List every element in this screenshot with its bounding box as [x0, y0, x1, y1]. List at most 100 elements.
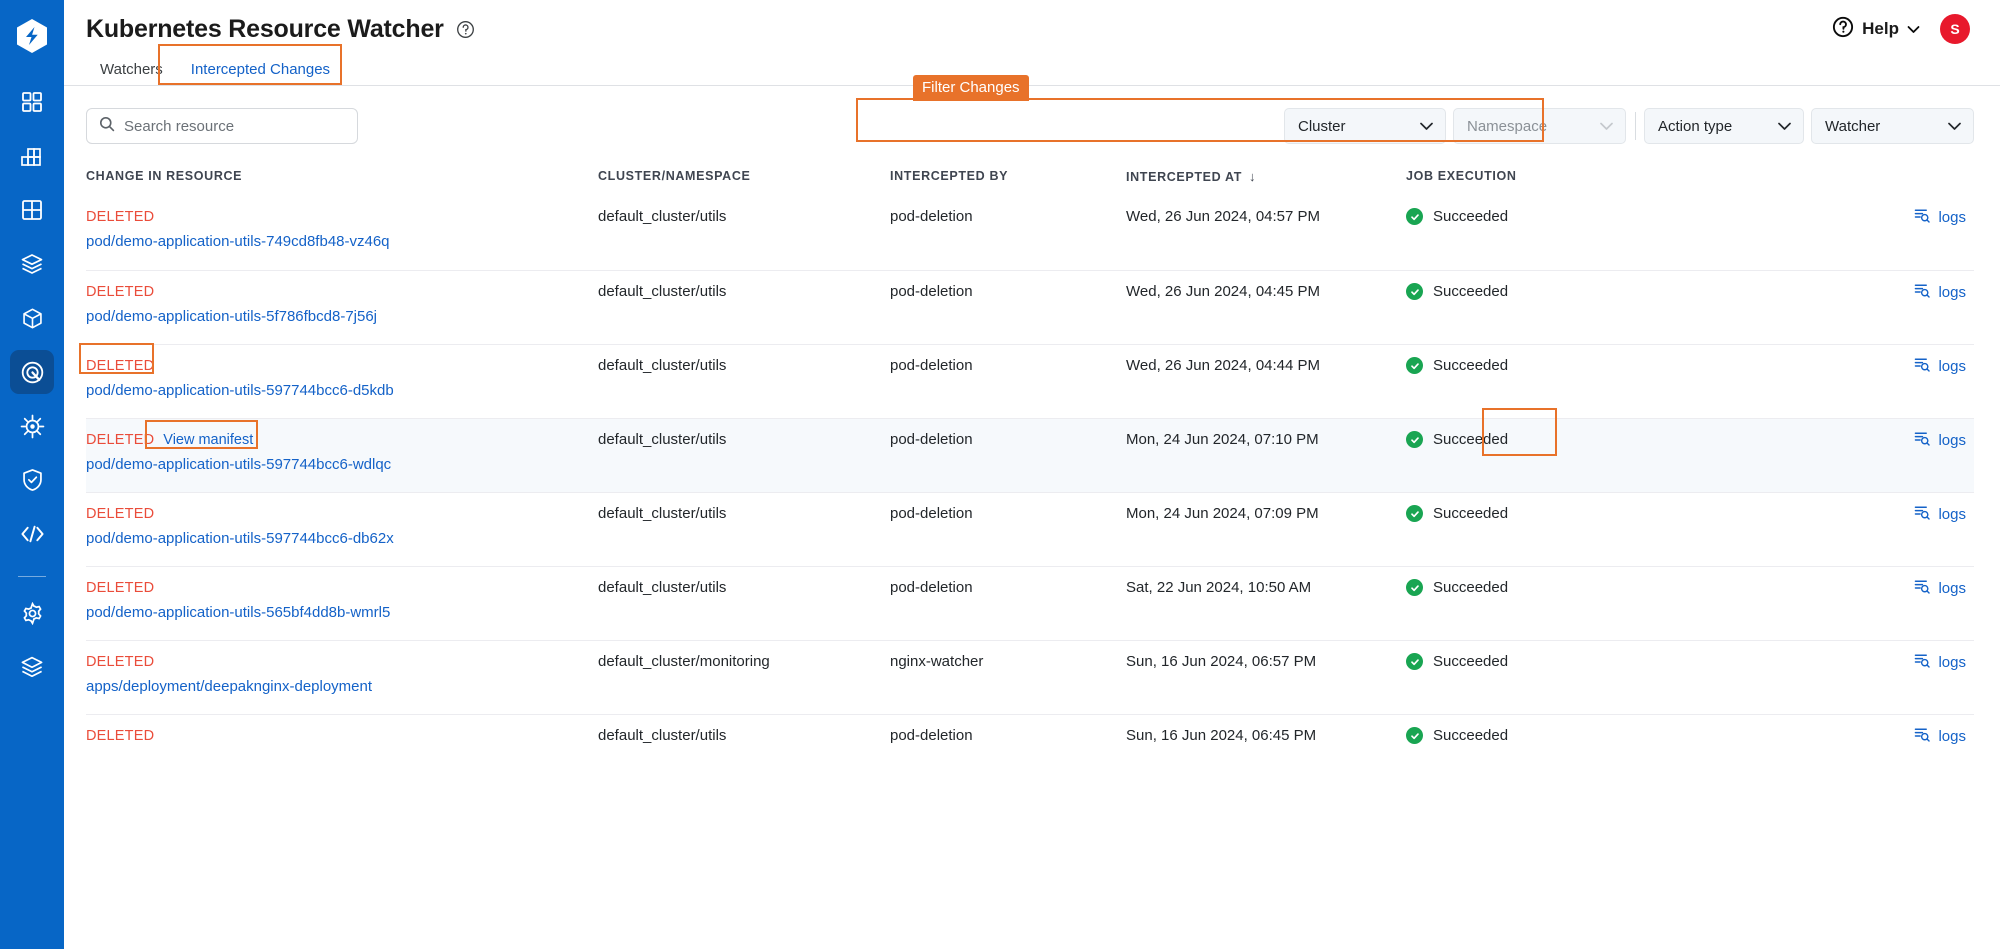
cell-job-execution: Succeeded	[1406, 653, 1636, 670]
resource-link[interactable]: pod/demo-application-utils-5f786fbcd8-7j…	[86, 308, 598, 325]
status-badge: Succeeded	[1433, 208, 1509, 225]
logs-link[interactable]: logs	[1914, 727, 1966, 746]
cell-intercepted-at: Mon, 24 Jun 2024, 07:09 PM	[1126, 505, 1319, 522]
sidebar-item-settings[interactable]	[10, 591, 54, 635]
resource-link[interactable]: pod/demo-application-utils-597744bcc6-d5…	[86, 382, 598, 399]
target-ring-icon	[20, 360, 45, 385]
tab-watchers[interactable]: Watchers	[86, 62, 177, 86]
intercepted-changes-table: CHANGE IN RESOURCE CLUSTER/NAMESPACE INT…	[64, 156, 2000, 788]
filter-namespace[interactable]: Namespace	[1453, 108, 1626, 144]
main-content: Kubernetes Resource Watcher Help S Watch…	[64, 0, 2000, 949]
logs-link[interactable]: logs	[1914, 653, 1966, 672]
bar-chart-grid-icon	[20, 145, 44, 167]
sidebar-item-builds[interactable]	[10, 134, 54, 178]
table-row[interactable]: DELETED pod/demo-application-utils-597744…	[86, 344, 1974, 418]
logs-link[interactable]: logs	[1914, 283, 1966, 302]
logs-link[interactable]: logs	[1914, 579, 1966, 598]
sidebar-item-deployments[interactable]	[10, 188, 54, 232]
resource-link[interactable]: pod/demo-application-utils-597744bcc6-db…	[86, 530, 598, 547]
tab-bar: Watchers Intercepted Changes	[64, 50, 2000, 86]
filter-cluster[interactable]: Cluster	[1284, 108, 1446, 144]
sidebar-item-environments[interactable]	[10, 296, 54, 340]
sidebar-divider	[18, 576, 46, 577]
question-circle-icon	[1832, 16, 1854, 43]
table-row[interactable]: DELETED apps/deployment/deepaknginx-deplo…	[86, 640, 1974, 714]
logs-link[interactable]: logs	[1914, 357, 1966, 376]
table-row[interactable]: DELETED pod/demo-application-utils-565bf4…	[86, 566, 1974, 640]
filter-group: Cluster Namespace Action type Watcher	[1284, 108, 1974, 144]
cell-job-execution: Succeeded	[1406, 431, 1636, 448]
help-menu-button[interactable]: Help	[1832, 16, 1920, 43]
layers-icon	[20, 655, 44, 679]
table-row[interactable]: DELETED pod/demo-application-utils-597744…	[86, 492, 1974, 566]
status-badge: Succeeded	[1433, 653, 1509, 670]
cell-job-execution: Succeeded	[1406, 357, 1636, 374]
table-row[interactable]: DELETED View manifest pod/demo-application…	[86, 418, 1974, 492]
table-row[interactable]: DELETED default_cluster/utils pod-deletion…	[86, 714, 1974, 788]
action-badge: DELETED	[86, 654, 155, 670]
arrow-down-icon: ↓	[1249, 168, 1257, 184]
table-row[interactable]: DELETED pod/demo-application-utils-749cd8…	[86, 196, 1974, 270]
logs-label: logs	[1938, 209, 1966, 226]
logs-label: logs	[1938, 506, 1966, 523]
cell-intercepted-at: Sat, 22 Jun 2024, 10:50 AM	[1126, 579, 1312, 596]
logs-link[interactable]: logs	[1914, 505, 1966, 524]
dashboard-grid-icon	[21, 91, 43, 113]
tab-intercepted-changes[interactable]: Intercepted Changes	[177, 62, 344, 86]
cell-change-in-resource: DELETED pod/demo-application-utils-5f786f…	[86, 283, 598, 325]
check-circle-icon	[1406, 653, 1423, 670]
cell-intercepted-by: pod-deletion	[890, 431, 973, 448]
action-badge: DELETED	[86, 506, 155, 522]
chevron-down-icon	[1777, 118, 1792, 135]
status-badge: Succeeded	[1433, 283, 1509, 300]
cell-intercepted-at: Wed, 26 Jun 2024, 04:45 PM	[1126, 283, 1321, 300]
filter-action-type[interactable]: Action type	[1644, 108, 1804, 144]
sidebar-item-projects[interactable]	[10, 645, 54, 689]
toolbar: Search resource Cluster Namespace Action…	[64, 86, 2000, 148]
logs-link[interactable]: logs	[1914, 208, 1966, 227]
sidebar-item-packages[interactable]	[10, 242, 54, 286]
cell-intercepted-at: Sun, 16 Jun 2024, 06:45 PM	[1126, 727, 1317, 744]
logs-search-icon	[1914, 208, 1931, 227]
cell-change-in-resource: DELETED apps/deployment/deepaknginx-deplo…	[86, 653, 598, 695]
logs-label: logs	[1938, 654, 1966, 671]
cell-intercepted-by: pod-deletion	[890, 727, 973, 744]
view-manifest-link[interactable]: View manifest	[163, 432, 253, 448]
logs-link[interactable]: logs	[1914, 431, 1966, 450]
sidebar-item-security[interactable]	[10, 458, 54, 502]
sidebar-item-dashboards[interactable]	[10, 80, 54, 124]
page-header: Kubernetes Resource Watcher Help S	[64, 0, 2000, 50]
cell-logs: logs	[1636, 653, 1974, 672]
filter-watcher[interactable]: Watcher	[1811, 108, 1974, 144]
search-input[interactable]: Search resource	[86, 108, 358, 144]
action-badge: DELETED	[86, 728, 155, 744]
harness-logo-icon[interactable]	[10, 14, 54, 58]
resource-link[interactable]: apps/deployment/deepaknginx-deployment	[86, 678, 598, 695]
annotation-label-filter-changes: Filter Changes	[913, 75, 1029, 101]
table-row[interactable]: DELETED pod/demo-application-utils-5f786f…	[86, 270, 1974, 344]
resource-link[interactable]: pod/demo-application-utils-597744bcc6-wd…	[86, 456, 598, 473]
sidebar-item-chaos[interactable]	[10, 350, 54, 394]
column-header-cluster-namespace: CLUSTER/NAMESPACE	[598, 169, 751, 183]
cell-change-in-resource: DELETED	[86, 727, 598, 745]
cell-change-in-resource: DELETED pod/demo-application-utils-597744…	[86, 505, 598, 547]
cell-intercepted-by: pod-deletion	[890, 579, 973, 596]
avatar[interactable]: S	[1940, 14, 1970, 44]
cell-change-in-resource: DELETED pod/demo-application-utils-565bf4…	[86, 579, 598, 621]
cell-intercepted-at: Sun, 16 Jun 2024, 06:57 PM	[1126, 653, 1317, 670]
action-badge: DELETED	[86, 358, 155, 374]
status-badge: Succeeded	[1433, 431, 1509, 448]
question-circle-icon[interactable]	[456, 20, 475, 39]
column-header-intercepted-at[interactable]: INTERCEPTED AT ↓	[1126, 169, 1406, 184]
resource-link[interactable]: pod/demo-application-utils-565bf4dd8b-wm…	[86, 604, 598, 621]
resource-link[interactable]: pod/demo-application-utils-749cd8fb48-vz…	[86, 233, 598, 250]
cell-intercepted-by: pod-deletion	[890, 505, 973, 522]
sidebar-item-kubernetes[interactable]	[10, 404, 54, 448]
check-circle-icon	[1406, 357, 1423, 374]
helm-wheel-icon	[20, 414, 45, 439]
filter-divider	[1635, 112, 1636, 140]
table-body: DELETED pod/demo-application-utils-749cd8…	[86, 196, 1974, 788]
table-grid-icon	[21, 199, 43, 221]
sidebar-item-code[interactable]	[10, 512, 54, 556]
code-brackets-icon	[20, 523, 45, 545]
